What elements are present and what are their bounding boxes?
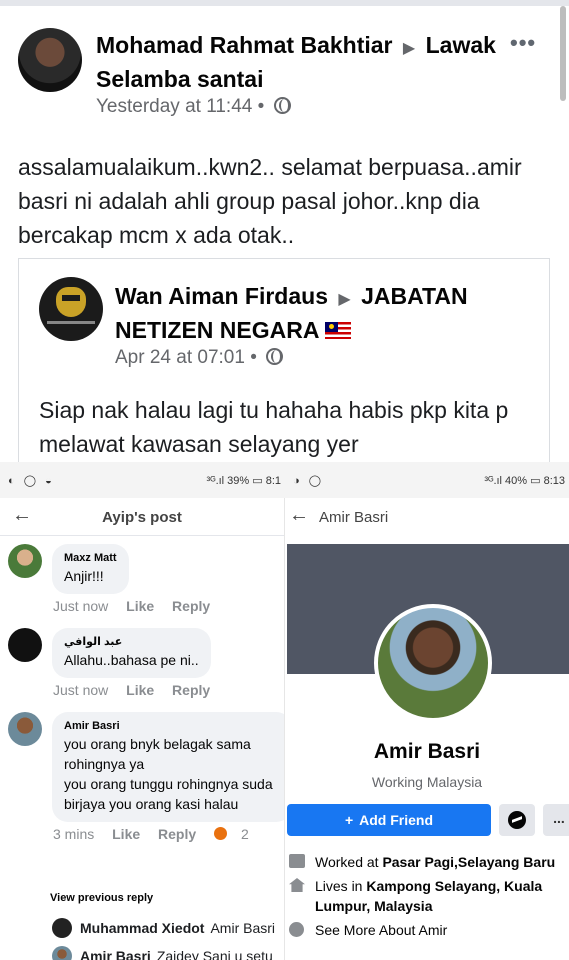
shared-author-avatar[interactable] <box>39 277 103 341</box>
shared-post-text: Siap nak halau lagi tu hahaha habis pkp … <box>39 397 509 457</box>
screen-title: Ayip's post <box>102 509 182 526</box>
info-lives: Lives in Kampong Selayang, Kuala Lumpur,… <box>289 876 569 916</box>
arrow-right-icon: ▶ <box>402 40 416 57</box>
shared-post-header: Wan Aiman Firdaus ▶ JABATAN NETIZEN NEGA… <box>115 281 535 345</box>
comment-text: Anjir!!! <box>64 568 104 584</box>
author-avatar[interactable] <box>18 28 82 92</box>
see-more-label[interactable]: See More About Amir <box>315 922 447 938</box>
status-info: ³ᴳ.ıl 40% ▭ 8:13 <box>484 475 565 487</box>
scrollbar[interactable] <box>560 6 566 101</box>
see-more-about[interactable]: See More About Amir <box>289 920 569 940</box>
like-button[interactable]: Like <box>112 826 140 842</box>
globe-icon <box>273 97 291 114</box>
commenter-name[interactable]: Amir Basri <box>64 718 280 734</box>
more-dots-icon <box>289 922 304 937</box>
post-timestamp[interactable]: Yesterday at 11:44 <box>96 96 252 117</box>
replier-avatar[interactable] <box>52 918 72 938</box>
mask-logo-icon <box>56 287 86 317</box>
replier-avatar[interactable] <box>52 946 72 960</box>
workplace-link[interactable]: Pasar Pagi,Selayang Baru <box>382 854 555 870</box>
reply-text: Amir Basri <box>210 920 276 936</box>
status-bar-left: ◐ ◯ ◒ ³ᴳ.ıl 39% ▭ 8:1 <box>0 462 285 498</box>
info-lives-prefix: Lives in <box>315 878 367 894</box>
commenter-avatar[interactable] <box>8 712 42 746</box>
comment-text: Allahu..bahasa pe ni.. <box>64 652 199 668</box>
reply-button[interactable]: Reply <box>172 598 210 614</box>
like-button[interactable]: Like <box>126 682 154 698</box>
view-previous-replies-link[interactable]: View previous reply <box>50 892 153 904</box>
comment-actions: Just now Like Reply <box>53 682 224 698</box>
profile-picture[interactable] <box>374 604 492 722</box>
profile-screen: ← Amir Basri Amir Basri Working Malaysia… <box>285 498 569 960</box>
post-text: assalamualaikum..kwn2.. selamat berpuasa… <box>18 154 522 248</box>
comment-bubble[interactable]: Maxz Matt Anjir!!! <box>52 544 129 594</box>
reaction-summary[interactable]: 2 <box>214 826 263 842</box>
reaction-count: 2 <box>241 826 249 842</box>
messenger-icon <box>508 811 526 829</box>
mask-eyes <box>62 295 80 301</box>
globe-icon <box>266 348 284 365</box>
meta-separator: • <box>257 96 265 117</box>
reply-item[interactable]: Amir Basri Zaidey Sani u setu <box>52 946 284 960</box>
facebook-post: Mohamad Rahmat Bakhtiar ▶ Lawak Selamba … <box>0 6 569 468</box>
comment-time: 3 mins <box>53 826 95 842</box>
comment-time: Just now <box>53 598 109 614</box>
comment-text-line: rohingnya ya <box>64 756 145 772</box>
arrow-right-icon: ▶ <box>338 291 351 308</box>
briefcase-icon <box>289 854 305 868</box>
commenter-avatar[interactable] <box>8 628 42 662</box>
malaysia-flag-icon <box>325 322 351 339</box>
comment-time: Just now <box>53 682 109 698</box>
add-friend-label: Add Friend <box>359 812 434 828</box>
comment-text-line: you orang tunggu rohingnya suda <box>64 776 273 792</box>
reply-text: Zaidey Sani u setu <box>156 948 273 960</box>
shared-post-meta: Apr 24 at 07:01 • <box>115 347 284 369</box>
reply-button[interactable]: Reply <box>172 682 210 698</box>
reply-item[interactable]: Muhammad Xiedot Amir Basri <box>52 918 284 938</box>
comment-actions: Just now Like Reply <box>53 598 224 614</box>
angry-reaction-icon <box>214 827 228 840</box>
commenter-name[interactable]: Maxz Matt <box>64 550 117 566</box>
author-name[interactable]: Mohamad Rahmat Bakhtiar <box>96 32 393 58</box>
comment-actions: 3 mins Like Reply 2 <box>53 826 277 842</box>
status-info: ³ᴳ.ıl 39% ▭ 8:1 <box>206 475 281 487</box>
post-meta: Yesterday at 11:44 • <box>96 96 291 118</box>
commenter-name[interactable]: عبد الوافي <box>64 634 199 650</box>
post-header: Mohamad Rahmat Bakhtiar ▶ Lawak Selamba … <box>96 30 496 94</box>
app-bar: ← Ayip's post <box>0 498 284 536</box>
shared-post[interactable]: Wan Aiman Firdaus ▶ JABATAN NETIZEN NEGA… <box>18 258 550 468</box>
app-bar: ← Amir Basri <box>285 498 569 536</box>
reply-button[interactable]: Reply <box>158 826 196 842</box>
profile-work: Working Malaysia <box>371 774 483 790</box>
comments-screen: ← Ayip's post Maxz Matt Anjir!!! Just no… <box>0 498 285 960</box>
replier-name[interactable]: Muhammad Xiedot <box>80 920 204 936</box>
add-friend-icon: + <box>344 812 354 828</box>
home-icon <box>289 878 305 892</box>
status-icons: ◐ ◯ ◒ <box>8 475 55 487</box>
logo-caption <box>47 321 95 324</box>
commenter-avatar[interactable] <box>8 544 42 578</box>
screenshot-collage: ◐ ◯ ◒ ³ᴳ.ıl 39% ▭ 8:1 ◑ ◯ ³ᴳ.ıl 40% ▭ 8:… <box>0 462 569 960</box>
like-button[interactable]: Like <box>126 598 154 614</box>
screen-title: Amir Basri <box>319 509 389 526</box>
back-arrow-icon[interactable]: ← <box>289 504 309 527</box>
comment-bubble[interactable]: عبد الوافي Allahu..bahasa pe ni.. <box>52 628 211 678</box>
comment-text-line: birjaya you orang kasi halau <box>64 796 239 812</box>
comment-bubble[interactable]: Amir Basri you orang bnyk belagak sama r… <box>52 712 284 822</box>
more-button[interactable]: ... <box>543 804 569 836</box>
message-button[interactable] <box>499 804 535 836</box>
meta-separator: • <box>250 347 257 368</box>
info-work-prefix: Worked at <box>315 854 383 870</box>
comment-text-line: you orang bnyk belagak sama <box>64 736 251 752</box>
replier-name[interactable]: Amir Basri <box>80 948 151 960</box>
more-options-button[interactable]: ••• <box>510 30 536 56</box>
status-icons: ◑ ◯ <box>293 475 325 487</box>
status-bar-right: ◑ ◯ ³ᴳ.ıl 40% ▭ 8:13 <box>285 462 569 498</box>
shared-author-name[interactable]: Wan Aiman Firdaus <box>115 283 328 309</box>
profile-name: Amir Basri <box>373 740 481 763</box>
add-friend-button[interactable]: + Add Friend <box>287 804 491 836</box>
info-work: Worked at Pasar Pagi,Selayang Baru <box>289 852 569 872</box>
shared-post-timestamp[interactable]: Apr 24 at 07:01 <box>115 347 245 368</box>
